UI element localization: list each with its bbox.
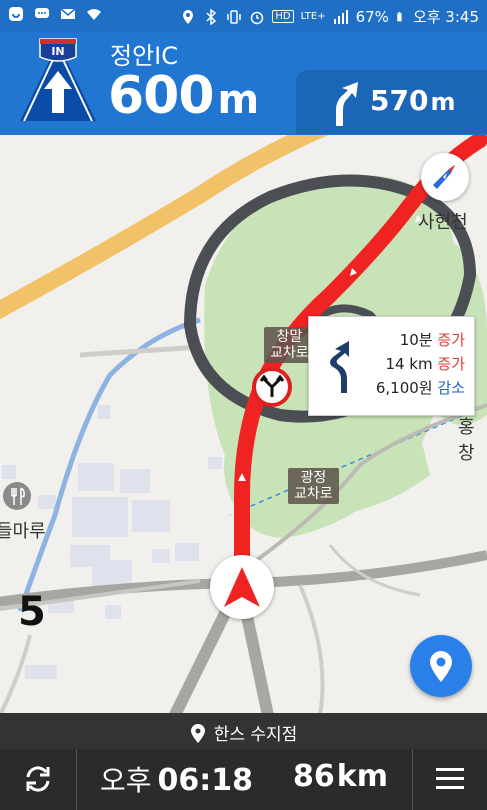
navigation-arrow-icon <box>224 567 260 607</box>
next-turn-distance-value: 570 <box>370 84 429 117</box>
next-turn-box[interactable]: 570m <box>296 70 487 134</box>
arrival-ampm: 오후 <box>100 764 152 797</box>
turn-distance: 600 m <box>108 66 260 126</box>
app-icon <box>9 7 23 21</box>
mail-icon <box>60 8 76 19</box>
navigation-header: IN 정안IC 600 m 570m <box>0 32 487 135</box>
time-diff-row: 10분 증가 <box>376 328 465 352</box>
time-diff-value: 10분 <box>399 331 433 349</box>
toll-diff-value: 6,100원 <box>375 379 433 397</box>
turn-distance-value: 600 <box>108 66 215 126</box>
junction-fork-sign-icon <box>252 367 292 407</box>
arrival-time-value: 06:18 <box>157 763 254 798</box>
clock: 오후 3:45 <box>412 8 479 26</box>
place-label-dulmaru: 들마루 <box>0 521 46 542</box>
compass-icon <box>433 165 455 189</box>
battery-percent: 67% <box>355 7 389 26</box>
place-label-hongchang: 홍창 <box>458 417 475 464</box>
destination-name: 한스 수지점 <box>213 725 298 745</box>
arrival-time: 오후 06:18 <box>100 759 253 799</box>
hd-indicator: HD <box>272 10 294 23</box>
remaining-distance: 86km <box>293 759 388 794</box>
map-canvas <box>0 135 487 713</box>
menu-button[interactable] <box>413 749 487 810</box>
alternate-route-rows: 10분 증가 14 km 증가 6,100원 감소 <box>376 328 465 400</box>
destination-bar[interactable]: 한스 수지점 <box>0 713 487 749</box>
toll-diff-change: 감소 <box>437 379 465 397</box>
destination-pin-icon <box>190 724 205 743</box>
place-label-sahyeoncheon: 사현천 <box>418 212 468 233</box>
bluetooth-icon <box>206 8 217 25</box>
bottom-bar: 오후 06:18 86km <box>0 749 487 810</box>
next-turn-distance: 570m <box>370 84 455 117</box>
location-icon <box>183 9 194 24</box>
status-bar: HD LTE+ 67% 오후 3:45 <box>0 0 487 32</box>
remaining-distance-unit: km <box>336 759 388 794</box>
speed-indicator: 5 <box>18 589 46 635</box>
menu-icon <box>436 768 464 789</box>
map-view[interactable]: 사현천 홍창 들마루 창말 교차로 광정 교차로 10분 증가 14 km 증가… <box>0 135 487 713</box>
bear-right-arrow-icon <box>336 82 358 126</box>
distance-diff-change: 증가 <box>437 355 465 373</box>
restaurant-icon <box>3 482 31 510</box>
alternate-route-arrow-icon <box>330 341 349 393</box>
reroute-button[interactable] <box>0 749 76 810</box>
next-turn-distance-unit: m <box>430 88 456 116</box>
location-pin-icon <box>430 651 452 682</box>
divider <box>76 749 77 810</box>
compass-button[interactable] <box>421 153 469 201</box>
my-location-button[interactable] <box>410 635 472 697</box>
interchange-entry-sign-icon: IN <box>20 38 96 121</box>
network-type: LTE+ <box>300 11 326 22</box>
exit-sign-text: IN <box>51 45 64 58</box>
turn-distance-unit: m <box>217 77 260 123</box>
distance-diff-row: 14 km 증가 <box>376 352 465 376</box>
signal-icon <box>333 9 348 24</box>
message-icon <box>35 8 49 18</box>
toll-diff-row: 6,100원 감소 <box>376 376 465 400</box>
vibrate-icon <box>227 9 242 24</box>
alternate-route-info[interactable]: 10분 증가 14 km 증가 6,100원 감소 <box>308 316 475 416</box>
refresh-icon <box>26 766 50 792</box>
current-position-marker <box>210 555 274 619</box>
battery-icon <box>397 11 402 21</box>
remaining-distance-value: 86 <box>293 759 335 794</box>
junction-label-gwangjeong: 광정 교차로 <box>288 468 339 504</box>
time-diff-change: 증가 <box>437 331 465 349</box>
distance-diff-value: 14 km <box>385 355 433 373</box>
alarm-icon <box>251 11 264 24</box>
wifi-question-icon <box>87 9 101 20</box>
